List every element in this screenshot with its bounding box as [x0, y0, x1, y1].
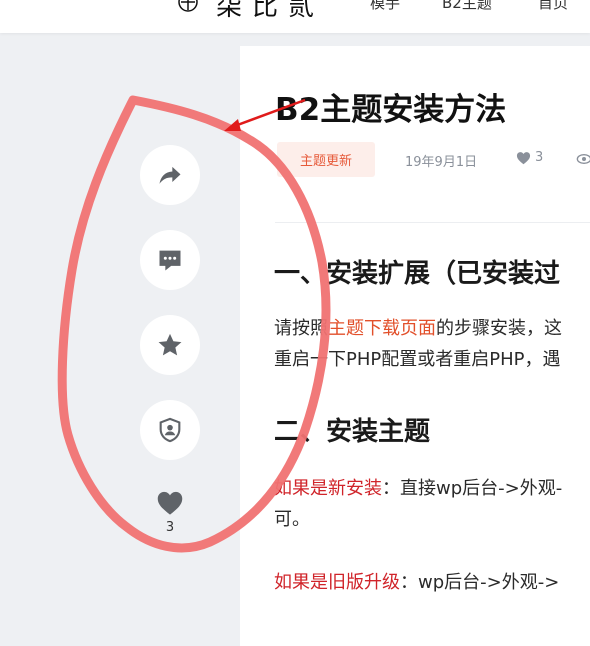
theme-download-link[interactable]: 主题下载页面 — [328, 318, 436, 339]
share-icon — [159, 166, 181, 184]
text: 请按照 — [274, 318, 328, 339]
section2-paragraph-line3: 如果是旧版升级：wp后台->外观-> — [274, 568, 559, 598]
comment-icon — [159, 250, 181, 271]
post-likes-count: 3 — [535, 150, 544, 165]
text: ：wp后台->外观-> — [400, 572, 560, 593]
heart-icon — [516, 151, 531, 164]
nav-item-home[interactable]: 首页 — [538, 0, 568, 13]
post-likes: 3 — [516, 150, 543, 165]
new-install-label: 如果是新安装 — [274, 478, 382, 499]
annotation-arrowhead — [224, 119, 241, 131]
like-button[interactable]: 3 — [140, 490, 200, 535]
nav-item-b2[interactable]: B2主题 — [442, 0, 492, 13]
logo-text[interactable]: 柒比贰 — [216, 0, 324, 23]
like-count: 3 — [165, 520, 175, 535]
post-views — [576, 151, 590, 170]
section1-paragraph-line1: 请按照主题下载页面的步骤安装，这 — [274, 314, 562, 344]
section-heading-1: 一、安装扩展（已安装过 — [274, 259, 561, 289]
section2-paragraph-line2: 可。 — [274, 509, 310, 530]
section2-paragraph-line1: 如果是新安装：直接wp后台->外观- — [274, 474, 562, 504]
comment-button[interactable] — [140, 230, 200, 290]
favorite-button[interactable] — [140, 315, 200, 375]
site-header: 柒比贰 模手 B2主题 首页 — [0, 0, 590, 33]
nav-item-1[interactable]: 模手 — [370, 0, 400, 13]
eye-icon — [576, 154, 590, 164]
logo-icon[interactable] — [176, 0, 200, 14]
section-heading-2: 二、安装主题 — [274, 417, 431, 447]
upgrade-label: 如果是旧版升级 — [274, 572, 400, 593]
shield-user-icon — [159, 417, 181, 443]
heart-icon — [157, 491, 183, 515]
report-button[interactable] — [140, 400, 200, 460]
article-title: B2主题安装方法 — [275, 92, 507, 128]
text: 的步骤安装，这 — [436, 318, 562, 339]
text: ：直接wp后台->外观- — [382, 478, 563, 499]
article-panel: B2主题安装方法 主题更新 19年9月1日 3 一、安装扩展（已安装过 请按照主… — [240, 46, 590, 646]
post-date: 19年9月1日 — [405, 155, 478, 170]
meta-divider — [275, 222, 590, 223]
share-button[interactable] — [140, 145, 200, 205]
star-icon — [158, 333, 182, 356]
category-tag[interactable]: 主题更新 — [277, 142, 375, 177]
section1-paragraph-line2: 重启一下PHP配置或者重启PHP，遇 — [274, 349, 561, 370]
